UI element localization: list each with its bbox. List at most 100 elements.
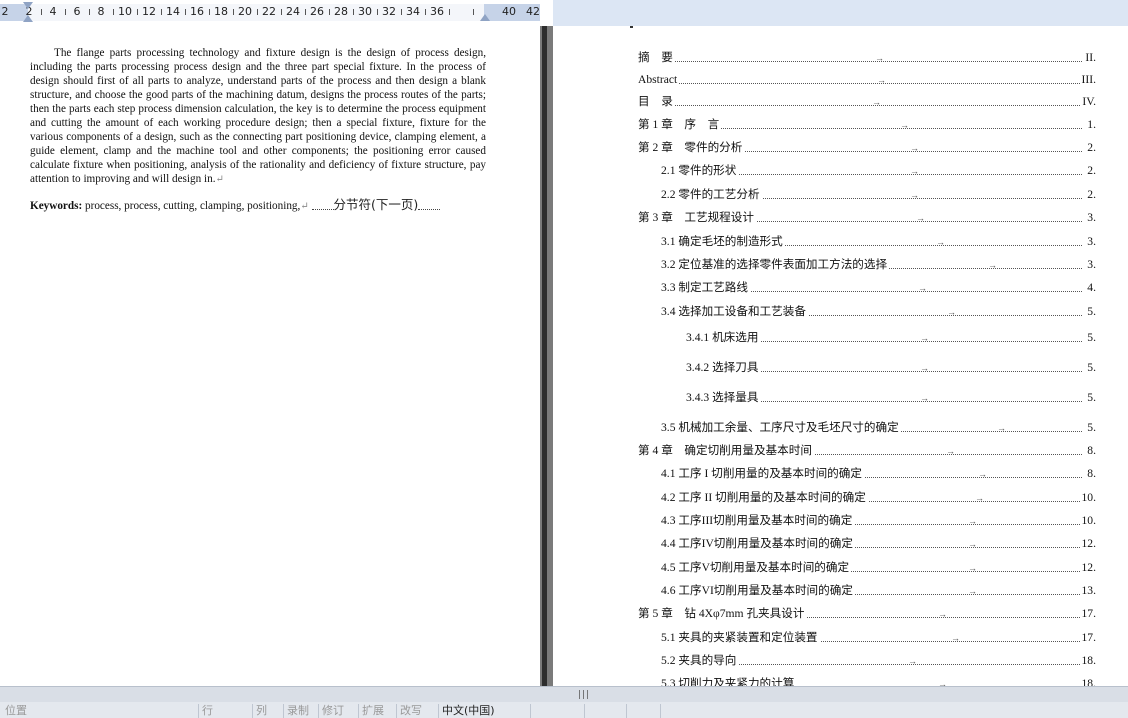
ruler-number: 24 <box>286 5 300 18</box>
toc-entry-title: 4.5 工序V切削用量及基本时间的确定 <box>661 560 852 576</box>
tab-arrow-icon: → <box>910 190 919 200</box>
toc-entry-title: 第 5 章 钻 4Xφ7mm 孔夹具设计 <box>638 606 807 622</box>
toc-entry[interactable]: 5.3 切削力及夹紧力的计算 → 18. <box>661 676 1096 686</box>
toc-entry[interactable]: 4.5 工序V切削用量及基本时间的确定 → 12. <box>661 560 1096 576</box>
toc-entry-title: 5.1 夹具的夹紧装置和定位装置 <box>661 630 820 646</box>
tab-arrow-icon: → <box>978 469 987 479</box>
status-bar-item[interactable]: 改写 <box>396 704 425 718</box>
status-bar-item[interactable]: 录制 <box>283 704 312 718</box>
toc-entry[interactable]: 2.2 零件的工艺分析 → 2. <box>661 187 1096 203</box>
toc-page-number: 18. <box>1080 653 1096 669</box>
toc-page-number: 18. <box>1080 676 1096 686</box>
horizontal-scrollbar[interactable]: ||| <box>0 686 1128 703</box>
hanging-indent-marker[interactable] <box>23 15 33 22</box>
toc-entry[interactable]: 3.1 确定毛坯的制造形式 → 3. <box>661 234 1096 250</box>
toc-leader-dots <box>638 83 1082 84</box>
toc-entry[interactable]: 3.2 定位基准的选择零件表面加工方法的选择 → 3. <box>661 257 1096 273</box>
tab-arrow-icon: → <box>877 75 886 85</box>
abstract-paragraph: The flange parts processing technology a… <box>30 46 486 187</box>
keywords-text: process, process, cutting, clamping, pos… <box>82 200 301 212</box>
ruler-tick <box>281 9 282 15</box>
toc-page-number: 17. <box>1080 630 1096 646</box>
toc-entry[interactable]: 第 3 章 工艺规程设计 → 3. <box>638 210 1096 226</box>
tab-arrow-icon: → <box>946 446 955 456</box>
tab-arrow-icon: → <box>968 586 977 596</box>
toc-leader-dots <box>638 105 1082 106</box>
toc-entry[interactable]: 3.4 选择加工设备和工艺装备 → 5. <box>661 304 1096 320</box>
toc-entry-title: 3.4.3 选择量具 <box>686 390 761 406</box>
toc-entry-title: 3.3 制定工艺路线 <box>661 280 750 296</box>
ruler-background <box>553 0 1128 26</box>
toc-entry[interactable]: 3.4.2 选择刀具 → 5. <box>686 360 1096 376</box>
toc-page-number: 3. <box>1086 210 1096 226</box>
status-bar-item[interactable]: 行 <box>198 704 216 718</box>
toc-entry[interactable]: 目 录 → IV. <box>638 94 1096 110</box>
paragraph-mark: ↵ <box>215 174 224 185</box>
status-bar-item[interactable]: 扩展 <box>358 704 387 718</box>
toc-entry[interactable]: 第 5 章 钻 4Xφ7mm 孔夹具设计 → 17. <box>638 606 1096 622</box>
tab-arrow-icon: → <box>947 307 956 317</box>
toc-entry[interactable]: Abstract → III. <box>638 72 1096 88</box>
toc-entry-title: 第 3 章 工艺规程设计 <box>638 210 756 226</box>
toc-entry[interactable]: 3.5 机械加工余量、工序尺寸及毛坯尺寸的确定 → 5. <box>661 420 1096 436</box>
status-bar-item[interactable]: 中文(中国) <box>438 704 498 718</box>
toc-page-number: 10. <box>1080 490 1096 506</box>
toc-entry[interactable]: 2.1 零件的形状 → 2. <box>661 163 1096 179</box>
toc-entry[interactable]: 4.4 工序IV切削用量及基本时间的确定 → 12. <box>661 536 1096 552</box>
ruler-number: 10 <box>118 5 132 18</box>
toc-entry-title: 5.2 夹具的导向 <box>661 653 739 669</box>
scroll-grip-icon[interactable]: ||| <box>578 690 590 700</box>
right-document-page[interactable]: 摘 要 → II. Abstract → III. 目 录 → IV. 第 1 章 序 言 → 1. 第… <box>553 26 1128 686</box>
status-bar-slot[interactable] <box>530 704 567 718</box>
toc-leader-dots <box>638 61 1082 62</box>
first-line-indent-marker[interactable] <box>23 2 33 9</box>
ruler-number: 34 <box>406 5 420 18</box>
toc-entry-title: 4.4 工序IV切削用量及基本时间的确定 <box>661 536 855 552</box>
status-bar-item[interactable]: 修订 <box>318 704 347 718</box>
toc-entry[interactable]: 4.6 工序VI切削用量及基本时间的确定 → 13. <box>661 583 1096 599</box>
toc-entry-title: 3.1 确定毛坯的制造形式 <box>661 234 785 250</box>
toc-entry[interactable]: 第 2 章 零件的分析 → 2. <box>638 140 1096 156</box>
toc-entry[interactable]: 5.2 夹具的导向 → 18. <box>661 653 1096 669</box>
toc-entry[interactable]: 4.3 工序III切削用量及基本时间的确定 → 10. <box>661 513 1096 529</box>
left-document-page[interactable]: The flange parts processing technology a… <box>0 26 540 686</box>
ruler-tick <box>233 9 234 15</box>
ruler-tick <box>377 9 378 15</box>
toc-entry[interactable]: 5.1 夹具的夹紧装置和定位装置 → 17. <box>661 630 1096 646</box>
tab-arrow-icon: → <box>920 393 929 403</box>
toc-entry[interactable]: 3.3 制定工艺路线 → 4. <box>661 280 1096 296</box>
tab-arrow-icon: → <box>908 656 917 666</box>
toc-entry[interactable]: 摘 要 → II. <box>638 50 1096 66</box>
section-break-leader <box>311 202 334 211</box>
toc-entry[interactable]: 3.4.1 机床选用 → 5. <box>686 330 1096 346</box>
toc-entry[interactable]: 4.2 工序 II 切削用量的及基本时间的确定 → 10. <box>661 490 1096 506</box>
ruler-tick <box>209 9 210 15</box>
status-bar-slot[interactable] <box>584 704 621 718</box>
status-bar-slot[interactable] <box>626 704 663 718</box>
tab-arrow-icon: → <box>910 166 919 176</box>
toc-entry[interactable]: 4.1 工序 I 切削用量的及基本时间的确定 → 8. <box>661 466 1096 482</box>
toc-page-number: 12. <box>1080 536 1096 552</box>
status-bar-slot[interactable] <box>660 704 697 718</box>
toc-entry[interactable]: 3.4.3 选择量具 → 5. <box>686 390 1096 406</box>
keywords-line: Keywords: process, process, cutting, cla… <box>30 197 500 215</box>
toc-entry-title: 第 4 章 确定切削用量及基本时间 <box>638 443 814 459</box>
status-bar-item[interactable]: 位置 <box>2 704 30 718</box>
toc-page-number: 2. <box>1086 140 1096 156</box>
right-indent-marker[interactable] <box>480 14 490 21</box>
ruler-number: 16 <box>190 5 204 18</box>
toc-entry-title: Abstract <box>638 72 680 88</box>
ruler-number: 26 <box>310 5 324 18</box>
ruler-tick <box>65 9 66 15</box>
toc-page-number: IV. <box>1081 94 1096 110</box>
tab-arrow-icon: → <box>936 237 945 247</box>
toc-page-number: 2. <box>1086 187 1096 203</box>
ruler-number: 28 <box>334 5 348 18</box>
ruler-tick <box>257 9 258 15</box>
toc-entry[interactable]: 第 4 章 确定切削用量及基本时间 → 8. <box>638 443 1096 459</box>
toc-entry[interactable]: 第 1 章 序 言 → 1. <box>638 117 1096 133</box>
status-bar-item[interactable]: 列 <box>252 704 270 718</box>
toc-entry-title: 4.2 工序 II 切削用量的及基本时间的确定 <box>661 490 868 506</box>
horizontal-ruler[interactable]: 2 2 4 6 8 10 12 14 16 18 20 22 24 26 28 30 32 34 36 40 42 <box>0 0 540 27</box>
tab-arrow-icon: → <box>900 120 909 130</box>
